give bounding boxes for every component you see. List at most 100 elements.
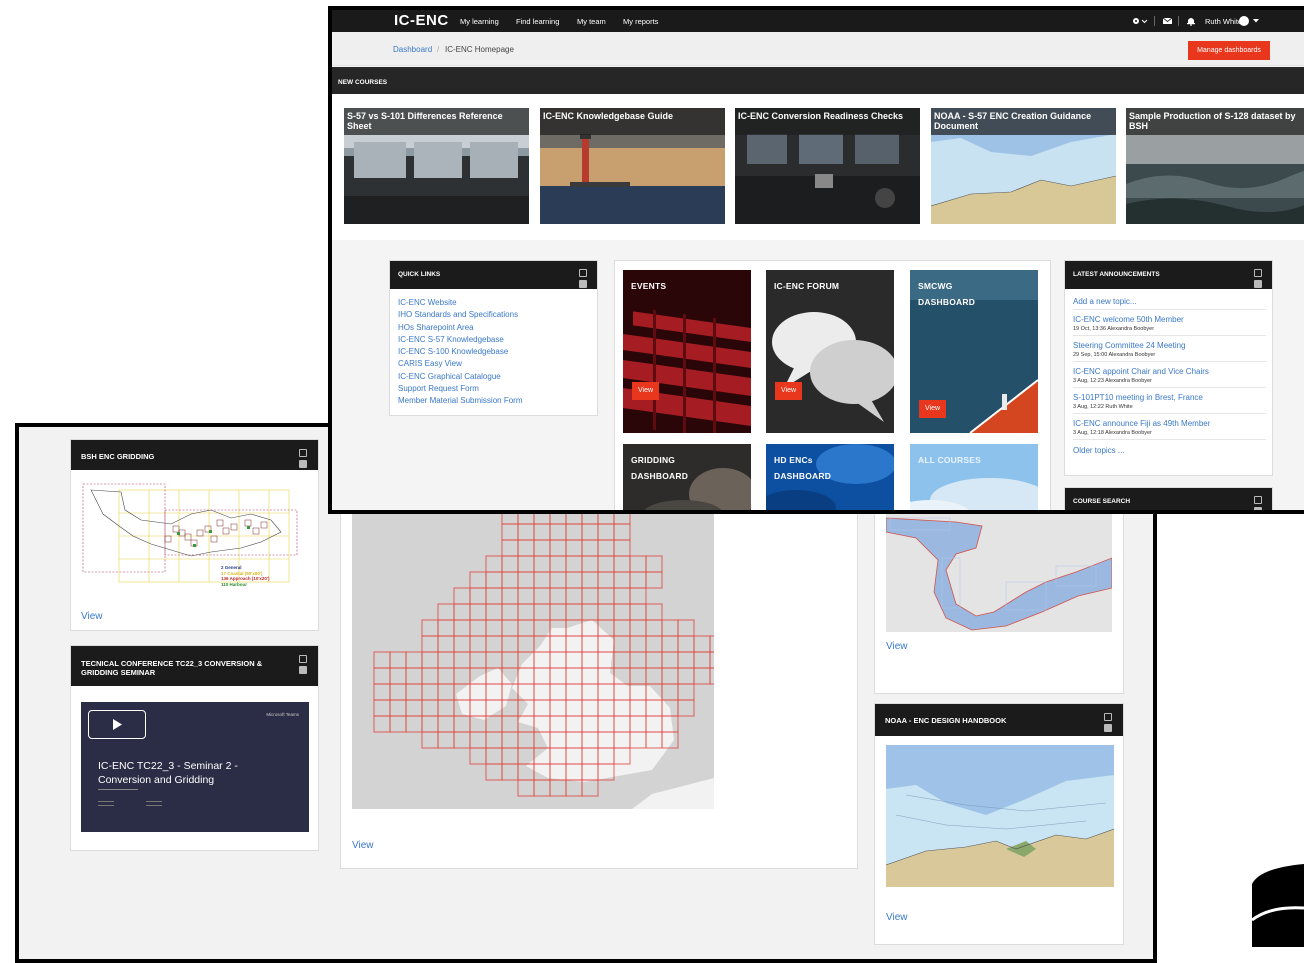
nav-my-learning[interactable]: My learning: [460, 17, 499, 26]
ic-enc-logo[interactable]: IC-ENC: [394, 12, 449, 29]
legend-approach: 136 Approach (10'x20'): [221, 576, 270, 581]
top-navigation-bar: IC-ENC My learning Find learning My team…: [332, 10, 1304, 32]
nav-my-team[interactable]: My team: [577, 17, 606, 26]
noaa-chart-thumbnail: [886, 745, 1114, 887]
course-tile-title: IC-ENC Knowledgebase Guide: [540, 108, 725, 135]
course-search-block: COURSE SEARCH: [1064, 487, 1273, 510]
announcement-item: Steering Committee 24 Meeting 29 Sep, 15:…: [1073, 336, 1266, 362]
events-view-button[interactable]: View: [632, 382, 659, 400]
gridding-dashboard-tile[interactable]: GRIDDING DASHBOARD: [623, 444, 751, 510]
user-name[interactable]: Ruth White: [1205, 17, 1242, 26]
smcwg-dashboard-tile[interactable]: SMCWG DASHBOARD View: [910, 270, 1038, 433]
uk-gridding-block: View: [340, 507, 858, 869]
collapse-icon[interactable]: [299, 666, 307, 674]
quick-link[interactable]: HOs Sharepoint Area: [398, 322, 522, 334]
expand-icon[interactable]: [1104, 713, 1112, 721]
gridding-label-line-1: GRIDDING: [631, 455, 676, 465]
latest-announcements-block: LATEST ANNOUNCEMENTS Add a new topic... …: [1064, 260, 1273, 476]
notification-bell-icon[interactable]: [1187, 16, 1195, 26]
bsh-gridding-map: [81, 480, 309, 592]
message-icon[interactable]: [1163, 17, 1172, 25]
manage-dashboards-button[interactable]: Manage dashboards: [1188, 41, 1270, 60]
announcement-title[interactable]: Steering Committee 24 Meeting: [1073, 341, 1266, 350]
add-topic-link[interactable]: Add a new topic...: [1073, 297, 1266, 310]
quick-link[interactable]: CARIS Easy View: [398, 358, 522, 370]
block-title: TECNICAL CONFERENCE TC22_3 CONVERSION & …: [81, 659, 263, 677]
forum-label: IC-ENC FORUM: [774, 281, 840, 291]
new-courses-header: NEW COURSES: [332, 67, 1304, 94]
collapse-icon[interactable]: [299, 460, 307, 468]
avatar[interactable]: [1239, 16, 1249, 26]
block-header: LATEST ANNOUNCEMENTS: [1065, 261, 1272, 289]
gridding-legend: 2 General 17 Coastal (90'x60') 136 Appro…: [221, 565, 270, 587]
noaa-handbook-view-link[interactable]: View: [886, 912, 908, 923]
video-title-line-2: Conversion and Gridding: [98, 774, 215, 786]
announcement-title[interactable]: IC-ENC announce Fiji as 49th Member: [1073, 419, 1266, 428]
announcement-item: IC-ENC announce Fiji as 49th Member 3 Aug…: [1073, 414, 1266, 440]
chevron-down-icon[interactable]: [1253, 19, 1259, 23]
play-button[interactable]: [88, 710, 146, 739]
collapse-icon[interactable]: [1254, 280, 1262, 288]
expand-icon[interactable]: [1254, 496, 1262, 504]
forum-tile[interactable]: IC-ENC FORUM View: [766, 270, 894, 433]
quick-link[interactable]: IHO Standards and Specifications: [398, 309, 522, 321]
course-tile-title: NOAA - S-57 ENC Creation Guidance Docume…: [931, 108, 1116, 135]
block-controls[interactable]: [1254, 269, 1263, 291]
seminar-video-thumbnail[interactable]: Microsoft Teams IC-ENC TC22_3 - Seminar …: [81, 702, 309, 832]
gear-icon[interactable]: [1132, 16, 1148, 26]
block-controls[interactable]: [579, 269, 588, 291]
quick-link[interactable]: Member Material Submission Form: [398, 395, 522, 407]
breadcrumb: Dashboard / IC-ENC Homepage Manage dashb…: [332, 32, 1304, 66]
all-courses-tile[interactable]: ALL COURSES: [910, 444, 1038, 510]
nav-divider: [1154, 16, 1155, 26]
block-header: QUICK LINKS: [390, 261, 597, 289]
forum-view-button[interactable]: View: [775, 382, 802, 400]
course-tile-noaa-s57-guidance[interactable]: NOAA - S-57 ENC Creation Guidance Docume…: [931, 108, 1116, 224]
quick-link[interactable]: IC-ENC Graphical Catalogue: [398, 371, 522, 383]
quick-link[interactable]: IC-ENC S-57 Knowledgebase: [398, 334, 522, 346]
expand-icon[interactable]: [1254, 269, 1262, 277]
course-tile-knowledgebase-guide[interactable]: IC-ENC Knowledgebase Guide: [540, 108, 725, 224]
quick-link[interactable]: IC-ENC Website: [398, 297, 522, 309]
block-controls[interactable]: [1254, 496, 1263, 510]
events-tile[interactable]: EVENTS View: [623, 270, 751, 433]
announcement-title[interactable]: IC-ENC appoint Chair and Vice Chairs: [1073, 367, 1266, 376]
collapse-icon[interactable]: [579, 280, 587, 288]
collapse-icon[interactable]: [1254, 507, 1262, 510]
great-lakes-view-link[interactable]: View: [886, 641, 908, 652]
course-tile-title: S-57 vs S-101 Differences Reference Shee…: [344, 108, 529, 135]
nav-find-learning[interactable]: Find learning: [516, 17, 559, 26]
block-title: LATEST ANNOUNCEMENTS: [1073, 271, 1160, 278]
announcement-title[interactable]: IC-ENC welcome 50th Member: [1073, 315, 1266, 324]
expand-icon[interactable]: [299, 655, 307, 663]
expand-icon[interactable]: [299, 449, 307, 457]
course-tile-s128-bsh[interactable]: Sample Production of S-128 dataset by BS…: [1126, 108, 1304, 224]
expand-icon[interactable]: [579, 269, 587, 277]
announcement-item: S-101PT10 meeting in Brest, France 3 Aug,…: [1073, 388, 1266, 414]
announcement-meta: 3 Aug, 12:18 Alexandra Boobyer: [1073, 430, 1152, 436]
course-tile-conversion-readiness[interactable]: IC-ENC Conversion Readiness Checks: [735, 108, 920, 224]
uk-map-view-link[interactable]: View: [352, 840, 374, 851]
hd-encs-dashboard-tile[interactable]: HD ENCs DASHBOARD: [766, 444, 894, 510]
breadcrumb-dashboard[interactable]: Dashboard: [393, 45, 432, 54]
announcement-title[interactable]: S-101PT10 meeting in Brest, France: [1073, 393, 1266, 402]
course-tile-s57-vs-s101[interactable]: S-57 vs S-101 Differences Reference Shee…: [344, 108, 529, 224]
block-title: NOAA - ENC DESIGN HANDBOOK: [885, 716, 1007, 725]
events-label: EVENTS: [631, 281, 667, 291]
block-controls[interactable]: [1104, 713, 1113, 735]
block-controls[interactable]: [299, 449, 308, 471]
nav-my-reports[interactable]: My reports: [623, 17, 658, 26]
older-topics-link[interactable]: Older topics ...: [1073, 446, 1266, 455]
tc22-seminar-block: TECNICAL CONFERENCE TC22_3 CONVERSION & …: [70, 645, 319, 851]
video-brand-label: Microsoft Teams: [266, 712, 299, 717]
announcement-meta: 19 Oct, 13:36 Alexandra Boobyer: [1073, 326, 1155, 332]
block-controls[interactable]: [299, 655, 308, 677]
bsh-view-link[interactable]: View: [81, 611, 103, 622]
quick-link[interactable]: Support Request Form: [398, 383, 522, 395]
collapse-icon[interactable]: [1104, 724, 1112, 732]
quick-links-list: IC-ENC Website IHO Standards and Specifi…: [398, 297, 522, 408]
smcwg-view-button[interactable]: View: [919, 400, 946, 418]
breadcrumb-separator: /: [437, 45, 440, 54]
video-title-line-1: IC-ENC TC22_3 - Seminar 2 -: [98, 760, 238, 772]
quick-link[interactable]: IC-ENC S-100 Knowledgebase: [398, 346, 522, 358]
